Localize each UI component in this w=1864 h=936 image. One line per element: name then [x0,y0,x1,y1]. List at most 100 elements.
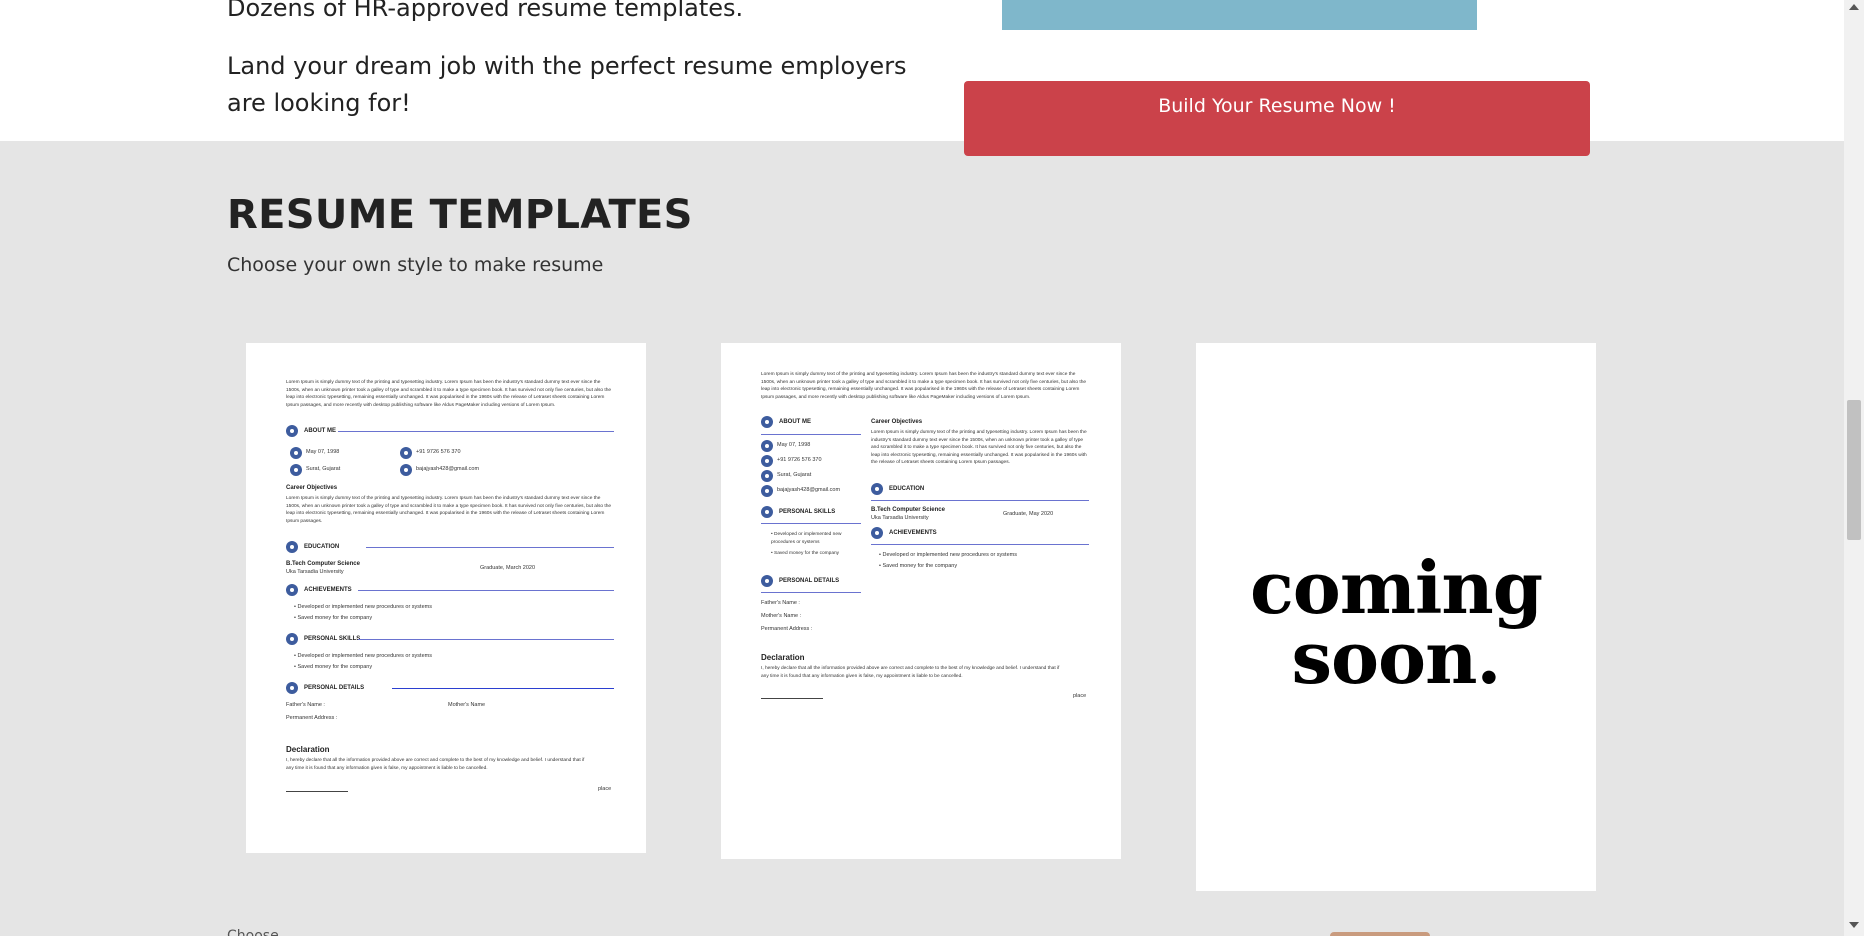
declaration-text: I, hereby declare that all the informati… [286,758,585,771]
career-heading: Career Objectives [871,419,923,425]
phone: +91 9726 576 370 [777,457,822,463]
place: place [598,786,612,792]
declaration-text: I, hereby declare that all the informati… [761,666,1060,679]
achievement-2: • Saved money for the company [294,615,373,621]
university: Uka Tarsadia University [286,569,344,575]
build-resume-button[interactable]: Build Your Resume Now ! [964,81,1590,156]
skills-icon [761,506,773,518]
achievement-2: • Saved money for the company [879,563,958,569]
section-subtitle: Choose your own style to make resume [227,254,604,276]
declaration-heading: Declaration [761,653,805,662]
signature-line [761,698,823,699]
skills-icon [286,633,298,645]
graduated: Graduate, May 2020 [1003,511,1054,517]
section-rule [338,431,614,432]
declaration-heading: Declaration [286,745,330,754]
about-icon [761,416,773,428]
coming-soon-graphic: coming soon. [1196,343,1596,891]
skill-1: • Developed or implemented new procedure… [771,532,842,545]
template-card-3[interactable]: coming soon. [1196,343,1596,891]
degree: B.Tech Computer Science [286,561,360,567]
skill-2: • Saved money for the company [294,664,373,670]
resume-preview-2: Lorem Ipsum is simply dummy text of the … [721,343,1121,859]
skills-heading: PERSONAL SKILLS [304,636,361,642]
father-name: Father's Name : [286,702,325,708]
phone-icon [761,455,773,467]
section-rule [761,523,861,524]
hero-image [1002,0,1477,30]
next-section-text: Choose ... [227,928,297,936]
achievement-1: • Developed or implemented new procedure… [294,604,432,610]
about-heading: ABOUT ME [304,428,336,434]
career-text: Lorem Ipsum is simply dummy text of the … [871,430,1087,465]
scroll-thumb[interactable] [1847,400,1861,540]
skill-2: • Saved money for the company [771,551,840,556]
page-scrollbar[interactable] [1844,0,1864,936]
section-rule [358,639,614,640]
career-heading: Career Objectives [286,485,338,491]
section-rule [871,500,1089,501]
section-title: RESUME TEMPLATES [227,192,693,238]
scroll-up-arrow-icon[interactable] [1849,4,1859,10]
location: Surat, Gujarat [306,466,341,472]
details-icon [286,682,298,694]
location-icon [290,464,302,476]
section-rule [366,547,614,548]
achievements-icon [286,584,298,596]
hero-section: Dozens of HR-approved resume templates. … [0,0,1844,156]
education-icon [871,483,883,495]
address: Permanent Address : [761,626,813,632]
address: Permanent Address : [286,715,338,721]
resume-preview-1: Lorem Ipsum is simply dummy text of the … [246,343,646,853]
section-rule [761,592,861,593]
about-icon [286,425,298,437]
mother-name: Mother's Name [448,702,486,708]
coming-soon-label: coming soon. [1249,545,1543,700]
education-heading: EDUCATION [889,486,925,492]
location: Surat, Gujarat [777,472,812,478]
place: place [1073,693,1087,699]
section-rule [761,434,861,435]
calendar-icon [290,447,302,459]
hero-tagline: Dozens of HR-approved resume templates. [227,0,744,22]
phone-icon [400,447,412,459]
university: Uka Tarsadia University [871,515,929,521]
dob: May 07, 1998 [306,449,340,455]
scroll-down-arrow-icon[interactable] [1849,922,1859,928]
dob: May 07, 1998 [777,442,811,448]
achievements-heading: ACHIEVEMENTS [889,530,937,536]
mother-name: Mother's Name : [761,613,802,619]
hero-description: Land your dream job with the perfect res… [227,52,907,117]
education-icon [286,541,298,553]
email-icon [400,464,412,476]
email: bajajyash428@gmail.com [777,487,841,493]
achievements-icon [871,527,883,539]
calendar-icon [761,440,773,452]
father-name: Father's Name : [761,600,800,606]
signature-line [286,791,348,792]
section-rule [358,590,614,591]
resume-intro: Lorem Ipsum is simply dummy text of the … [761,372,1087,400]
details-heading: PERSONAL DETAILS [779,578,840,584]
details-heading: PERSONAL DETAILS [304,685,365,691]
section-rule [392,688,614,689]
template-card-1[interactable]: Lorem Ipsum is simply dummy text of the … [246,343,646,853]
template-card-2[interactable]: Lorem Ipsum is simply dummy text of the … [721,343,1121,859]
career-text: Lorem Ipsum is simply dummy text of the … [286,496,612,524]
graduated: Graduate, March 2020 [480,565,536,571]
email: bajajyash428@gmail.com [416,466,480,472]
resume-intro: Lorem Ipsum is simply dummy text of the … [286,380,612,408]
section-rule [871,544,1089,545]
education-heading: EDUCATION [304,544,340,550]
skills-heading: PERSONAL SKILLS [779,509,836,515]
achievements-heading: ACHIEVEMENTS [304,587,352,593]
about-heading: ABOUT ME [779,419,811,425]
email-icon [761,485,773,497]
location-icon [761,470,773,482]
degree: B.Tech Computer Science [871,507,945,513]
next-section-image [1330,932,1430,936]
achievement-1: • Developed or implemented new procedure… [879,552,1017,558]
details-icon [761,575,773,587]
phone: +91 9726 576 370 [416,449,461,455]
skill-1: • Developed or implemented new procedure… [294,653,432,659]
